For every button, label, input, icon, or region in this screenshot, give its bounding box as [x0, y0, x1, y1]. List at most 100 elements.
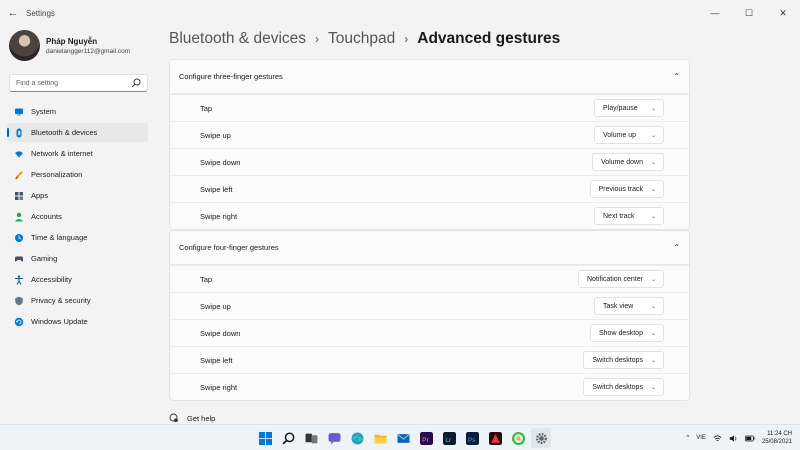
lightroom-icon[interactable]: Lr — [439, 428, 459, 448]
search-icon[interactable] — [278, 428, 298, 448]
sidebar-item-apps[interactable]: Apps — [7, 186, 148, 205]
sidebar-item-network[interactable]: Network & internet — [7, 144, 148, 163]
sidebar-item-label: Apps — [31, 191, 49, 200]
sidebar-item-label: Privacy & security — [31, 296, 91, 305]
chevron-down-icon: ⌄ — [650, 357, 656, 364]
windows-start-icon[interactable] — [255, 428, 275, 448]
settings-gear-icon[interactable] — [531, 428, 551, 448]
sidebar-item-accounts[interactable]: Accounts — [7, 207, 148, 226]
sidebar-item-privacy[interactable]: Privacy & security — [7, 291, 148, 310]
red-app-icon[interactable] — [485, 428, 505, 448]
sidebar-item-time-language[interactable]: Time & language — [7, 228, 148, 247]
gesture-row-3-swipe-right: Swipe right Next track ⌄ — [170, 202, 689, 229]
update-icon — [14, 317, 24, 326]
search-icon[interactable] — [131, 78, 141, 88]
gesture-dropdown[interactable]: Volume up ⌄ — [594, 126, 664, 144]
premiere-icon[interactable]: Pr — [416, 428, 436, 448]
taskbar: Pr Lr Ps ^ VIE 11:24 CH 25/08/2021 — [0, 424, 800, 450]
search-input[interactable] — [16, 79, 126, 87]
gesture-row-3-swipe-down: Swipe down Volume down ⌄ — [170, 148, 689, 175]
gesture-label: Swipe down — [200, 157, 241, 167]
gesture-label: Tap — [200, 103, 213, 113]
sidebar-item-windows-update[interactable]: Windows Update — [7, 312, 148, 331]
apps-icon — [15, 191, 23, 200]
sidebar-item-system[interactable]: System — [7, 102, 148, 121]
brush-icon — [15, 170, 23, 179]
green-app-icon[interactable] — [508, 428, 528, 448]
get-help-link[interactable]: Get help — [169, 413, 215, 423]
three-finger-header[interactable]: Configure three-finger gestures ⌃ — [170, 60, 689, 94]
clock-date: 25/08/2021 — [761, 439, 792, 445]
gesture-row-4-tap: Tap Notification center ⌄ — [170, 265, 689, 292]
gesture-dropdown[interactable]: Task view ⌄ — [594, 297, 664, 315]
clock[interactable]: 11:24 CH 25/08/2021 — [762, 430, 792, 446]
controller-icon — [15, 256, 23, 262]
gesture-row-3-swipe-left: Swipe left Previous track ⌄ — [170, 175, 689, 202]
svg-text:Lr: Lr — [445, 436, 452, 443]
dropdown-value: Notification center — [586, 275, 643, 283]
maximize-button[interactable]: ☐ — [732, 0, 766, 26]
sidebar-item-accessibility[interactable]: Accessibility — [7, 270, 148, 289]
breadcrumb-bluetooth[interactable]: Bluetooth & devices — [169, 30, 306, 48]
breadcrumb-touchpad[interactable]: Touchpad — [328, 30, 395, 48]
gesture-dropdown[interactable]: Switch desktops ⌄ — [583, 378, 664, 396]
wifi-icon — [15, 150, 23, 157]
chevron-down-icon: ⌄ — [650, 330, 656, 337]
dropdown-value: Volume up — [603, 131, 637, 139]
sidebar-item-bluetooth[interactable]: Bluetooth & devices — [7, 123, 148, 142]
wifi-icon[interactable] — [713, 434, 722, 443]
taskbar-apps: Pr Lr Ps — [255, 428, 551, 448]
gesture-row-3-swipe-up: Swipe up Volume up ⌄ — [170, 121, 689, 148]
four-finger-header[interactable]: Configure four-finger gestures ⌃ — [170, 231, 689, 265]
chat-icon[interactable] — [324, 428, 344, 448]
gesture-label: Swipe up — [200, 130, 231, 140]
minimize-button[interactable]: — — [698, 0, 732, 26]
monitor-icon — [15, 108, 23, 115]
chevron-up-icon[interactable]: ⌃ — [673, 243, 680, 252]
accessibility-icon — [15, 275, 23, 285]
user-profile[interactable]: Pháp Nguyễn danielangger112@gmail.com — [9, 30, 130, 61]
breadcrumb-separator: › — [315, 32, 320, 46]
dropdown-value: Show desktop — [598, 329, 643, 337]
four-finger-section: Configure four-finger gestures ⌃ Tap Not… — [169, 230, 690, 401]
dropdown-value: Switch desktops — [592, 356, 643, 364]
person-icon — [15, 212, 23, 221]
task-view-icon[interactable] — [301, 428, 321, 448]
chevron-down-icon: ⌄ — [650, 186, 656, 193]
gesture-dropdown[interactable]: Volume down ⌄ — [591, 153, 664, 171]
sidebar-item-label: Network & internet — [31, 149, 93, 158]
sidebar-item-personalization[interactable]: Personalization — [7, 165, 148, 184]
battery-icon[interactable] — [745, 434, 755, 443]
chevron-up-icon[interactable]: ⌃ — [673, 72, 680, 81]
input-language[interactable]: VIE — [696, 435, 706, 441]
chevron-down-icon: ⌄ — [650, 132, 656, 139]
edge-icon[interactable] — [347, 428, 367, 448]
gesture-label: Swipe down — [200, 328, 241, 338]
sidebar-item-label: Accessibility — [31, 275, 72, 284]
gesture-dropdown[interactable]: Show desktop ⌄ — [589, 324, 664, 342]
tray-overflow-icon[interactable]: ^ — [686, 435, 689, 441]
close-button[interactable]: ✕ — [766, 0, 800, 26]
breadcrumb-separator: › — [404, 32, 409, 46]
chevron-down-icon: ⌄ — [650, 105, 656, 112]
app-title: Settings — [26, 8, 55, 18]
gesture-dropdown[interactable]: Play/pause ⌄ — [594, 99, 664, 117]
help-chat-icon — [169, 413, 178, 422]
sidebar-item-gaming[interactable]: Gaming — [7, 249, 148, 268]
mail-icon[interactable] — [393, 428, 413, 448]
search-box[interactable] — [9, 74, 148, 92]
volume-icon[interactable] — [729, 434, 738, 443]
gesture-dropdown[interactable]: Notification center ⌄ — [577, 270, 664, 288]
file-explorer-icon[interactable] — [370, 428, 390, 448]
gesture-dropdown[interactable]: Previous track ⌄ — [589, 180, 664, 198]
gesture-dropdown[interactable]: Next track ⌄ — [594, 207, 664, 225]
back-button[interactable]: ← — [0, 0, 26, 26]
photoshop-icon[interactable]: Ps — [462, 428, 482, 448]
gesture-row-4-swipe-down: Swipe down Show desktop ⌄ — [170, 319, 689, 346]
bluetooth-icon — [16, 128, 22, 137]
get-help-label: Get help — [187, 413, 216, 423]
gesture-row-3-tap: Tap Play/pause ⌄ — [170, 94, 689, 121]
gesture-dropdown[interactable]: Switch desktops ⌄ — [583, 351, 664, 369]
system-tray: ^ VIE 11:24 CH 25/08/2021 — [686, 425, 792, 450]
sidebar-item-label: Gaming — [31, 254, 58, 263]
